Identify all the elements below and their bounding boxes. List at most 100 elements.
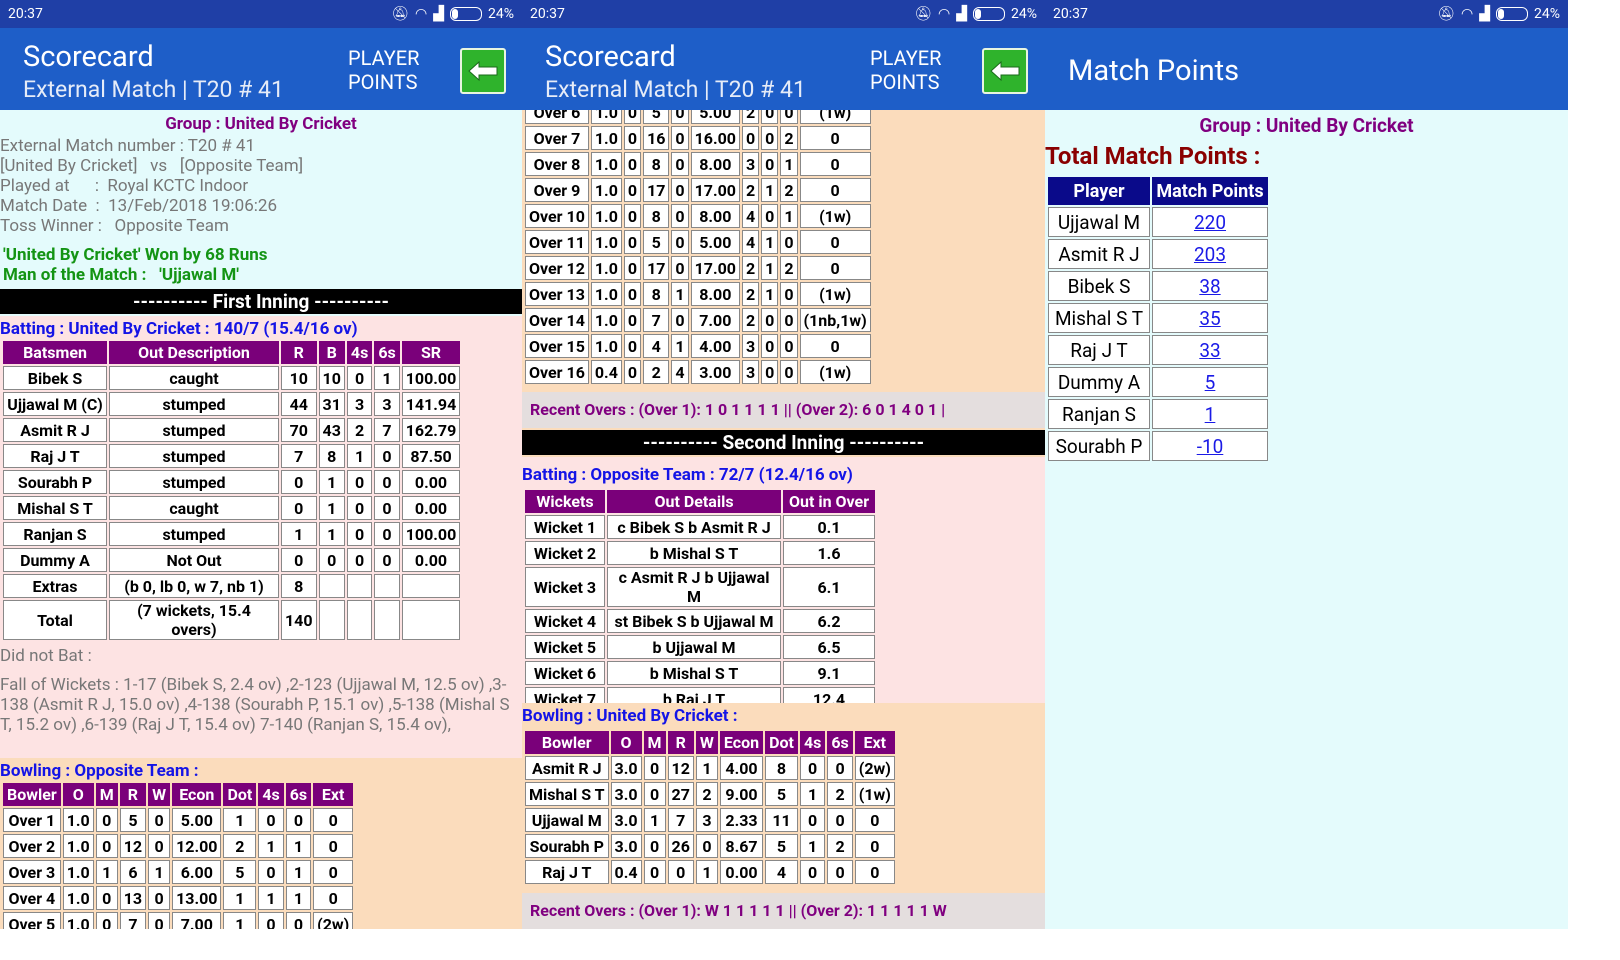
col-fours: 4s [346, 341, 373, 364]
bowling-section: Bowling : Opposite Team : Bowler O M R W Econ… [0, 758, 522, 929]
table-cell: 0 [827, 756, 853, 780]
player-points-label-1: PLAYER [348, 46, 420, 70]
table-cell: Over 15 [525, 334, 589, 358]
battery-icon [450, 7, 482, 21]
points-link[interactable]: 38 [1199, 275, 1220, 298]
table-row: Over 6 1.0 0 5 0 5.00 2 0 0 (1w) [525, 110, 871, 124]
table-cell: 4.00 [690, 334, 740, 358]
table-cell: 0 [799, 334, 871, 358]
table-cell: 12 [119, 834, 147, 858]
table-cell: 220 [1152, 207, 1268, 237]
bowling-table-header: Bowler O M R W Econ Dot 4s 6s Ext [525, 731, 895, 754]
status-bar: 20:37 🔕︎ ◠ ▟ 24% [0, 0, 522, 28]
table-cell: 7 [643, 308, 670, 332]
previous-button[interactable] [982, 48, 1028, 94]
second-inning-header: ---------- Second Inning ---------- [522, 430, 1045, 455]
table-cell: Sourabh P [3, 470, 107, 494]
table-cell: 0.00 [401, 496, 461, 520]
table-cell: 0 [346, 496, 373, 520]
table-cell: 8 [318, 444, 345, 468]
table-cell: Wicket 4 [525, 609, 605, 633]
column-header: 4s [799, 731, 826, 754]
batting-table: Batsmen Out Description R B 4s 6s SR Bib… [1, 339, 462, 642]
table-row: Over 7 1.0 0 16 0 16.00 0 0 2 0 [525, 126, 871, 150]
table-cell: 0 [780, 110, 798, 124]
match-number: External Match number : T20 # 41 [0, 136, 256, 156]
table-row: Sourabh P 3.0 0 26 0 8.67 5 1 2 0 [525, 834, 895, 858]
table-cell: 2 [741, 178, 760, 202]
table-cell: 0 [281, 548, 317, 572]
table-cell: 0 [623, 256, 642, 280]
table-row: Ujjawal M (C) stumped 44 31 3 3 141.94 [3, 392, 461, 416]
table-cell: 0 [671, 308, 689, 332]
table-cell: 1.0 [590, 204, 622, 228]
silent-icon: 🔕︎ [391, 6, 409, 22]
table-cell: 0 [95, 912, 118, 929]
table-cell: 0 [258, 912, 284, 929]
wifi-icon: ◠ [938, 6, 951, 22]
total-match-points-title: Total Match Points : [1045, 142, 1261, 170]
points-link[interactable]: 33 [1199, 339, 1220, 362]
table-cell: 17.00 [690, 178, 740, 202]
table-cell: 17 [643, 178, 670, 202]
col-out-details: Out Details [607, 490, 781, 513]
table-cell: Over 6 [525, 110, 589, 124]
table-cell: Over 9 [525, 178, 589, 202]
table-cell: 0 [761, 126, 779, 150]
player-points-button[interactable]: PLAYER POINTS [348, 46, 419, 94]
table-cell: 5 [643, 230, 670, 254]
table-cell: 4 [765, 860, 798, 884]
table-cell: 7.00 [172, 912, 222, 929]
points-link[interactable]: 35 [1199, 307, 1220, 330]
table-cell: 17.00 [690, 256, 740, 280]
points-link[interactable]: 203 [1194, 243, 1226, 266]
status-icons: 🔕︎ ◠ ▟ 24% [1437, 0, 1560, 28]
column-header: O [62, 783, 94, 806]
table-row: Ranjan S 1 [1048, 399, 1268, 429]
table-cell: 0 [95, 808, 118, 832]
table-cell: Raj J T [1048, 335, 1150, 365]
table-cell: 7 [119, 912, 147, 929]
signal-icon: ▟ [1479, 6, 1490, 22]
table-cell: 2 [780, 256, 798, 280]
previous-button[interactable] [460, 48, 506, 94]
table-cell: 0 [258, 860, 284, 884]
column-header: Ext [313, 783, 354, 806]
points-link[interactable]: -10 [1197, 435, 1224, 458]
battery-icon [973, 7, 1005, 21]
table-cell: 0 [643, 860, 666, 884]
table-cell: 2 [780, 126, 798, 150]
table-cell: 5 [765, 834, 798, 858]
table-row: Dummy A Not Out 0 0 0 0 0.00 [3, 548, 461, 572]
batting-section: Batting : United By Cricket : 140/7 (15.… [0, 316, 522, 758]
player-points-button[interactable]: PLAYER POINTS [870, 46, 941, 94]
table-cell: 38 [1152, 271, 1268, 301]
table-cell: 0 [623, 178, 642, 202]
table-cell: 13 [119, 886, 147, 910]
table-cell: 4 [741, 204, 760, 228]
table-row: Ranjan Sstumped 1 1 0 0 100.00 [3, 522, 461, 546]
points-link[interactable]: 220 [1194, 211, 1226, 234]
table-cell: 1.0 [590, 110, 622, 124]
table-cell: (1w) [799, 204, 871, 228]
table-row: Over 10 1.0 0 8 0 8.00 4 0 1 (1w) [525, 204, 871, 228]
battery-percent: 24% [488, 6, 514, 22]
table-cell: 141.94 [401, 392, 461, 416]
points-link[interactable]: 5 [1205, 371, 1216, 394]
table-cell: 0 [623, 230, 642, 254]
table-cell: (b 0, lb 0, w 7, nb 1) [109, 574, 279, 598]
col-out-in-over: Out in Over [783, 490, 875, 513]
table-cell: 2 [827, 834, 853, 858]
table-cell: 27 [667, 782, 694, 806]
recent-overs-first: Recent Overs : (Over 1): 1 0 1 1 1 1 || … [522, 392, 1045, 428]
table-cell: 5 [765, 782, 798, 806]
table-cell: 1 [346, 444, 373, 468]
table-cell: 0 [761, 308, 779, 332]
points-link[interactable]: 1 [1205, 403, 1216, 426]
table-row: Sourabh Pstumped 0 1 0 0 0.00 [3, 470, 461, 494]
wickets-table-header: Wickets Out Details Out in Over [525, 490, 875, 513]
table-cell: 1.0 [62, 912, 94, 929]
table-cell: Sourabh P [525, 834, 609, 858]
batting-table-header: Batsmen Out Description R B 4s 6s SR [3, 341, 461, 364]
table-cell: 1 [223, 808, 257, 832]
